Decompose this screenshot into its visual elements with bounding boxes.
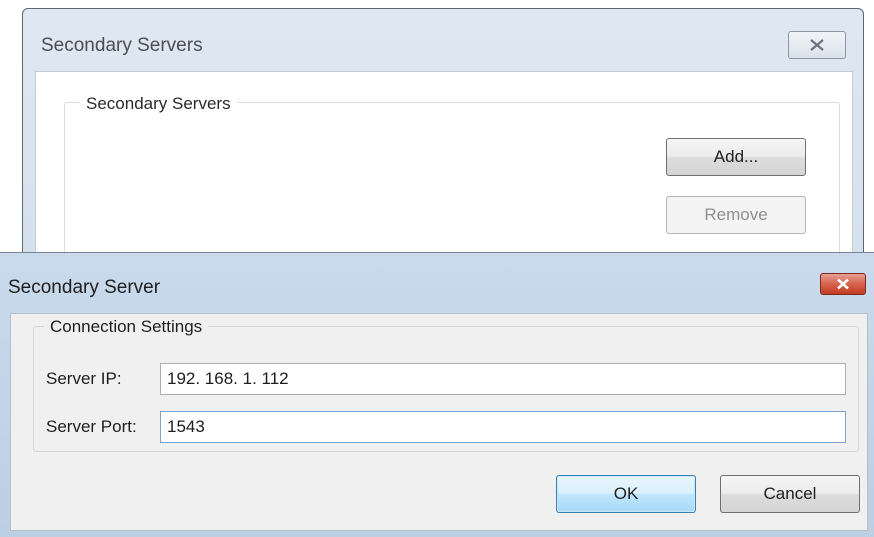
- group-label: Secondary Servers: [80, 94, 237, 114]
- server-port-input[interactable]: [160, 411, 846, 443]
- close-button[interactable]: [788, 31, 846, 59]
- server-ip-label: Server IP:: [46, 369, 122, 388]
- server-ip-input[interactable]: [160, 363, 846, 395]
- dialog-close-button[interactable]: [820, 273, 866, 295]
- window-client-area: Secondary Servers Add... Remove: [35, 71, 853, 292]
- cancel-button[interactable]: Cancel: [720, 475, 860, 513]
- close-icon: [837, 278, 849, 290]
- window-title: Secondary Servers: [41, 35, 203, 56]
- secondary-servers-window: Secondary Servers Secondary Servers Add.…: [22, 8, 864, 292]
- add-button[interactable]: Add...: [666, 138, 806, 176]
- dialog-title: Secondary Server: [8, 277, 161, 298]
- group-label: Connection Settings: [44, 317, 209, 337]
- remove-button[interactable]: Remove: [666, 196, 806, 234]
- close-icon: [810, 39, 824, 51]
- connection-settings-group: Connection Settings Server IP: Server Po…: [33, 317, 859, 452]
- server-port-label: Server Port:: [46, 417, 137, 436]
- ok-button[interactable]: OK: [556, 475, 696, 513]
- secondary-server-dialog: Secondary Server Connection Settings Ser…: [0, 252, 874, 537]
